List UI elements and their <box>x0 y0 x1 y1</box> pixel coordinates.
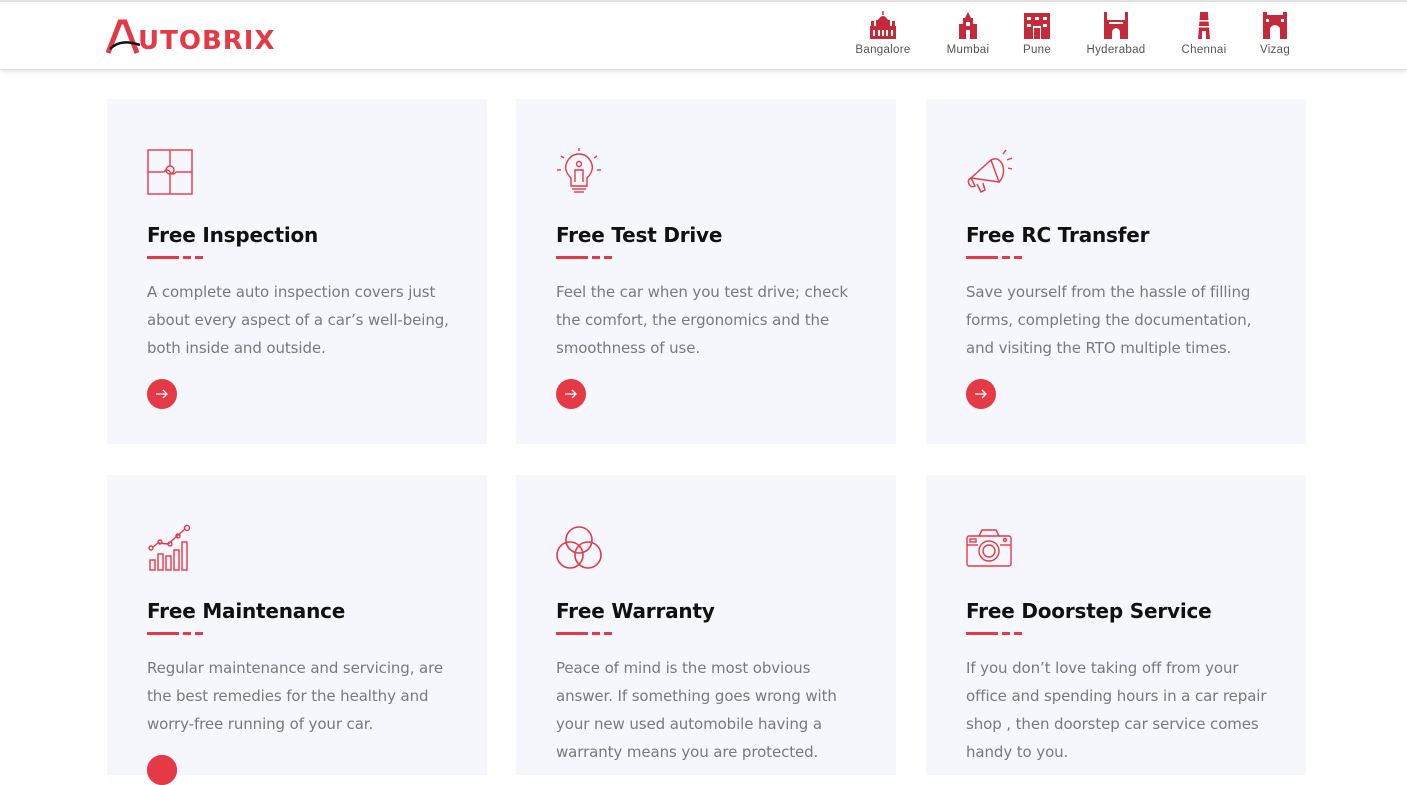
service-title: Free Warranty <box>556 599 715 623</box>
bangalore-palace-icon <box>870 11 896 39</box>
arrow-right-icon <box>156 389 168 399</box>
lightbulb-icon <box>557 148 601 193</box>
site-header: UTOBRIX Bangalore Mumbai Pune Hyderabad … <box>0 2 1407 70</box>
title-underline <box>556 632 612 635</box>
service-description: A complete auto inspection covers just a… <box>147 283 449 357</box>
title-underline <box>147 632 203 635</box>
service-title: Free RC Transfer <box>966 223 1150 247</box>
read-more-button[interactable] <box>966 379 996 409</box>
city-label: Mumbai <box>946 44 990 56</box>
service-description: Feel the car when you test drive; check … <box>556 283 848 357</box>
title-underline <box>147 256 203 259</box>
city-label: Bangalore <box>855 44 911 56</box>
service-card-maintenance: Free Maintenance Regular maintenance and… <box>107 475 487 785</box>
city-chennai[interactable]: Chennai <box>1177 10 1231 70</box>
city-label: Chennai <box>1181 44 1227 56</box>
service-title: Free Maintenance <box>147 599 346 623</box>
city-hyderabad[interactable]: Hyderabad <box>1081 10 1151 70</box>
service-title: Free Test Drive <box>556 223 723 247</box>
three-circles-icon <box>556 526 602 569</box>
service-description: Peace of mind is the most obvious answer… <box>556 659 837 761</box>
service-card-warranty: Free Warranty Peace of mind is the most … <box>516 475 896 775</box>
vizag-building-icon <box>1263 12 1287 39</box>
read-more-button-partial[interactable] <box>147 755 177 785</box>
service-card-doorstep: Free Doorstep Service If you don’t love … <box>926 475 1306 775</box>
pune-fort-icon <box>1024 13 1050 39</box>
title-underline <box>556 256 612 259</box>
arrow-right-icon <box>565 389 577 399</box>
title-underline <box>966 256 1022 259</box>
city-nav: Bangalore Mumbai Pune Hyderabad Chennai … <box>0 10 1407 70</box>
read-more-button[interactable] <box>147 379 177 409</box>
mumbai-building-icon <box>959 12 977 39</box>
arrow-right-icon <box>975 389 987 399</box>
service-description: If you don’t love taking off from your o… <box>966 659 1267 761</box>
service-title: Free Inspection <box>147 223 319 247</box>
city-vizag[interactable]: Vizag <box>1257 10 1293 70</box>
city-label: Hyderabad <box>1086 44 1146 56</box>
city-mumbai[interactable]: Mumbai <box>941 10 995 70</box>
city-bangalore[interactable]: Bangalore <box>851 10 915 70</box>
service-card-test-drive: Free Test Drive Feel the car when you te… <box>516 99 896 444</box>
charminar-icon <box>1104 12 1128 39</box>
service-card-rc-transfer: Free RC Transfer Save yourself from the … <box>926 99 1306 444</box>
read-more-button[interactable] <box>556 379 586 409</box>
city-label: Pune <box>1022 44 1052 56</box>
growth-chart-icon <box>148 524 191 571</box>
service-description: Regular maintenance and servicing, are t… <box>147 659 444 733</box>
city-label: Vizag <box>1259 44 1291 56</box>
megaphone-icon <box>967 149 1013 193</box>
service-title: Free Doorstep Service <box>966 599 1212 623</box>
city-pune[interactable]: Pune <box>1019 10 1055 70</box>
puzzle-icon <box>147 149 193 195</box>
chennai-temple-icon <box>1198 12 1210 39</box>
service-description: Save yourself from the hassle of filling… <box>966 283 1252 357</box>
camera-icon <box>966 529 1012 567</box>
service-card-inspection: Free Inspection A complete auto inspecti… <box>107 99 487 444</box>
title-underline <box>966 632 1022 635</box>
